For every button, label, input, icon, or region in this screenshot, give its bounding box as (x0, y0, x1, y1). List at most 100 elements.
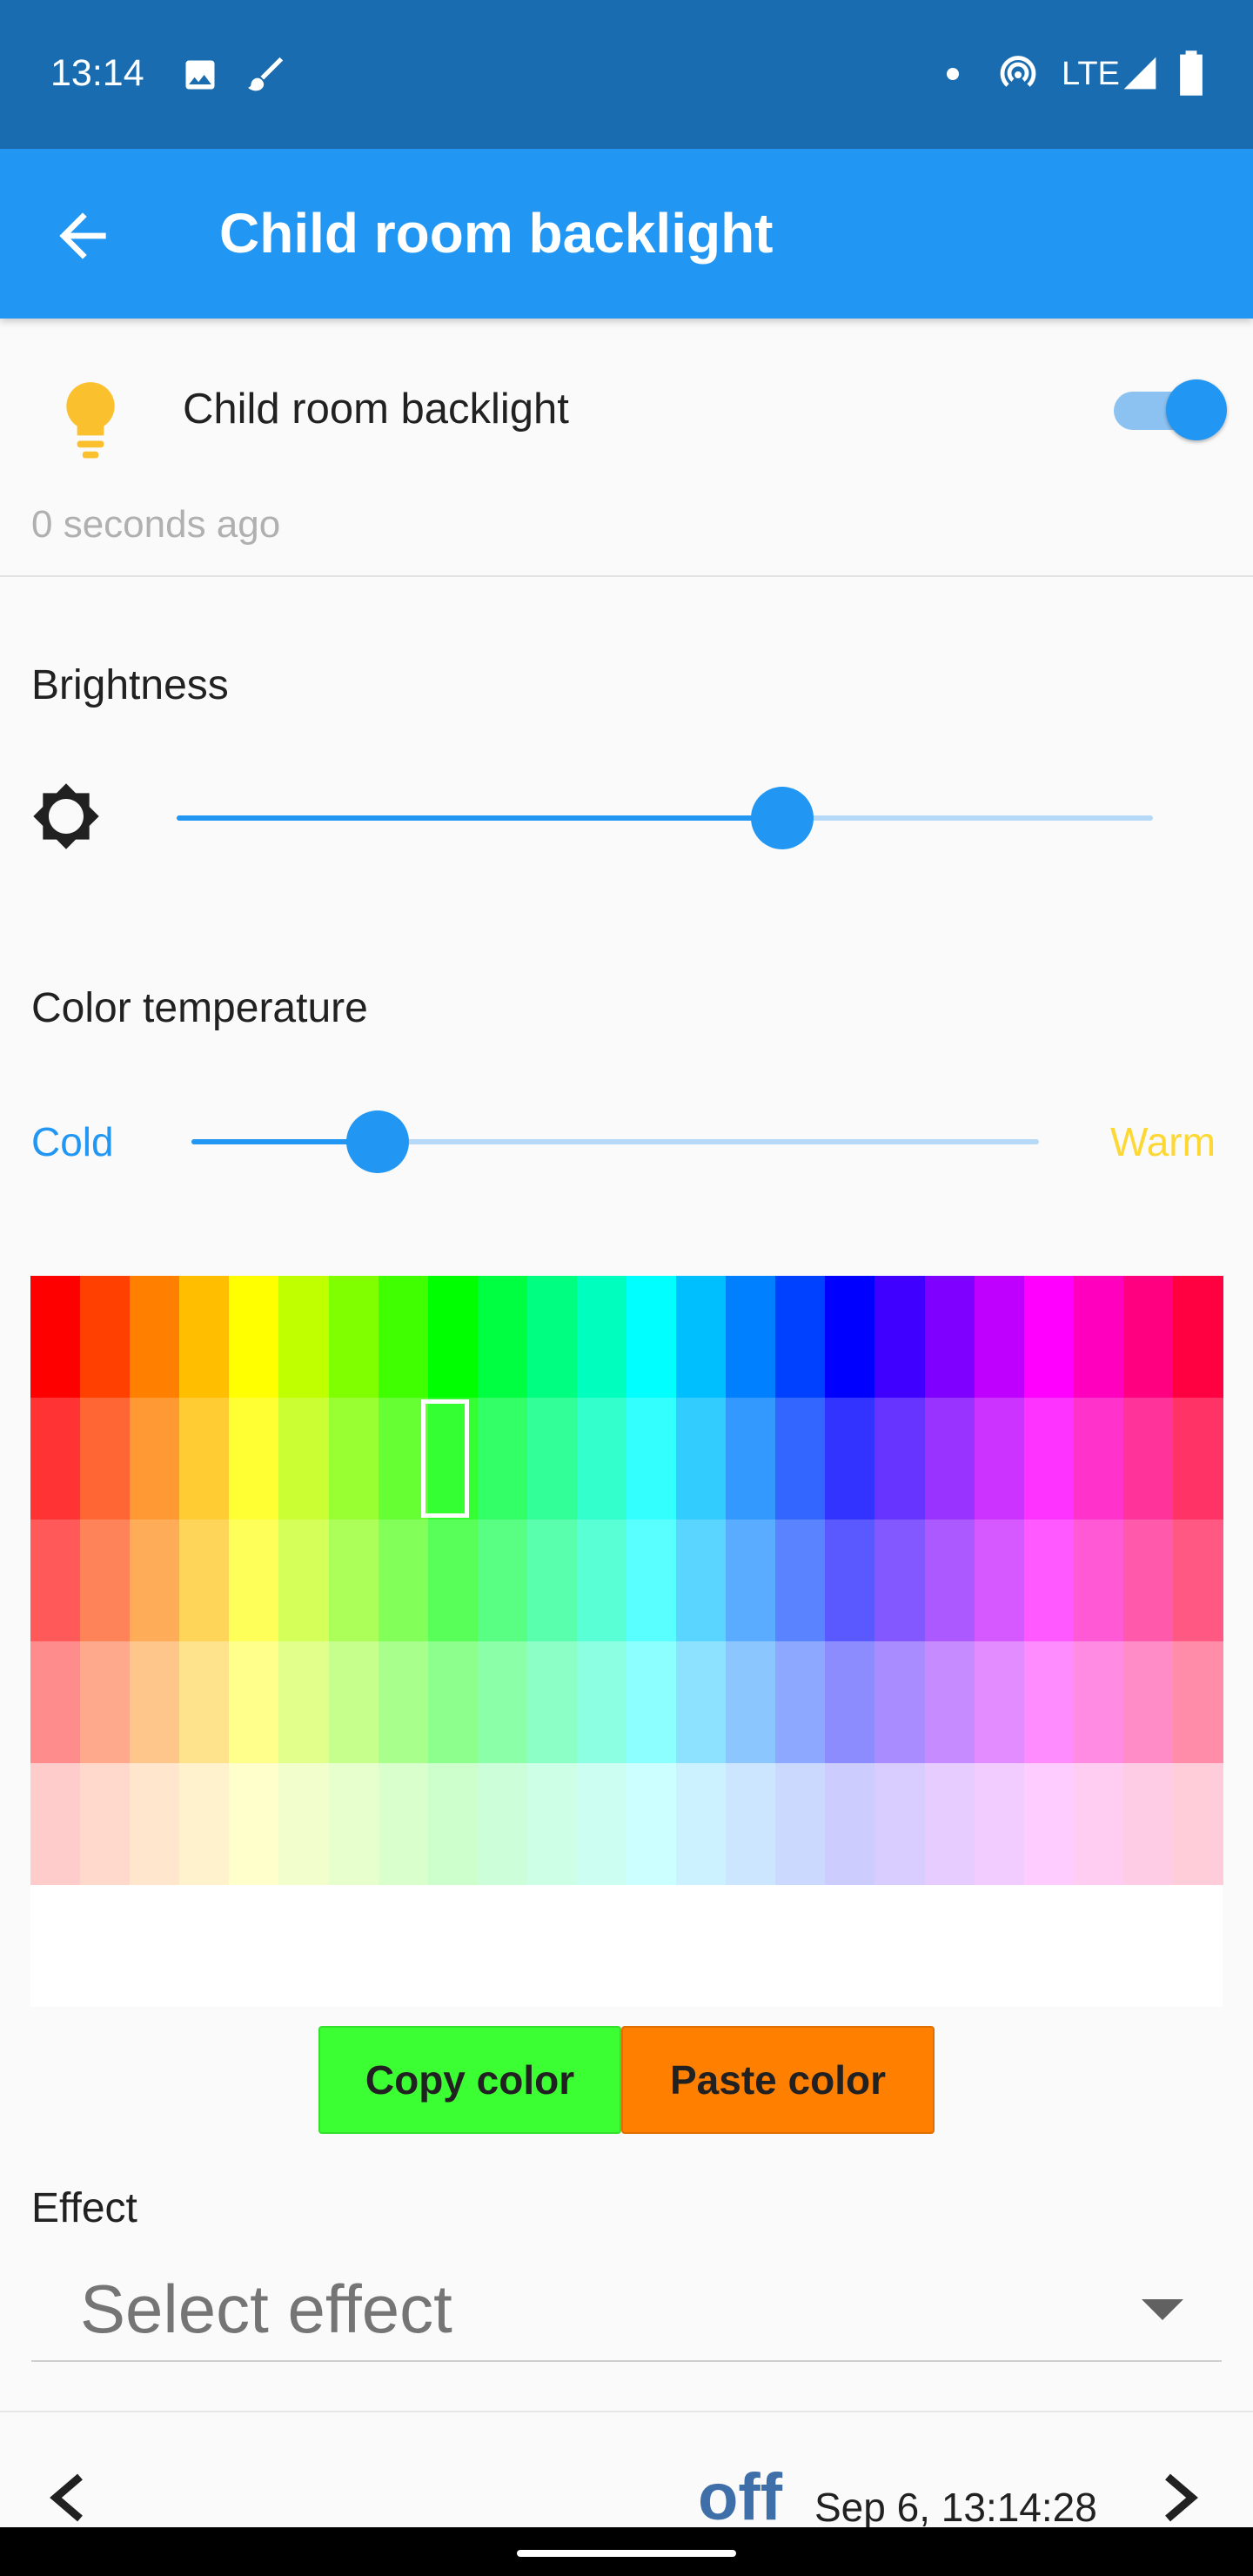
effect-dropdown[interactable]: Select effect (31, 2256, 1222, 2362)
arrow-back-icon[interactable] (48, 201, 117, 271)
color-swatch[interactable] (825, 1276, 875, 1398)
color-swatch[interactable] (477, 1641, 528, 1763)
color-swatch[interactable] (626, 1641, 677, 1763)
color-swatch[interactable] (1122, 1398, 1174, 1519)
color-swatch[interactable] (924, 1641, 975, 1763)
color-swatch[interactable] (825, 1763, 875, 1885)
color-swatch[interactable] (1172, 1763, 1223, 1885)
color-swatch[interactable] (477, 1763, 528, 1885)
color-swatch[interactable] (30, 1398, 81, 1519)
color-swatch[interactable] (1023, 1276, 1075, 1398)
color-swatch[interactable] (278, 1763, 330, 1885)
color-swatch[interactable] (80, 1641, 131, 1763)
color-swatch[interactable] (378, 1276, 429, 1398)
color-swatch[interactable] (378, 1763, 429, 1885)
color-swatch[interactable] (427, 1641, 479, 1763)
color-swatch[interactable] (130, 1519, 180, 1641)
color-swatch[interactable] (278, 1276, 330, 1398)
color-swatch[interactable] (30, 1519, 81, 1641)
color-swatch[interactable] (974, 1398, 1025, 1519)
color-swatch[interactable] (328, 1276, 379, 1398)
color-swatch[interactable] (526, 1519, 578, 1641)
color-swatch[interactable] (1172, 1398, 1223, 1519)
color-swatch[interactable] (179, 1276, 230, 1398)
color-swatch[interactable] (130, 1398, 180, 1519)
power-toggle[interactable] (1110, 379, 1227, 440)
color-swatch[interactable] (726, 1641, 776, 1763)
color-swatch[interactable] (775, 1276, 826, 1398)
color-swatch[interactable] (229, 1763, 279, 1885)
color-swatch[interactable] (30, 1276, 81, 1398)
color-swatch[interactable] (229, 1398, 279, 1519)
color-swatch[interactable] (1073, 1763, 1124, 1885)
color-swatch[interactable] (576, 1763, 627, 1885)
chevron-left-icon[interactable] (45, 2472, 90, 2524)
color-swatch[interactable] (726, 1398, 776, 1519)
color-swatch[interactable] (626, 1519, 677, 1641)
color-swatch[interactable] (874, 1763, 926, 1885)
color-swatch[interactable] (328, 1519, 379, 1641)
color-swatch[interactable] (179, 1398, 230, 1519)
color-swatch[interactable] (526, 1763, 578, 1885)
color-swatch[interactable] (874, 1398, 926, 1519)
color-swatch[interactable] (80, 1519, 131, 1641)
color-swatch[interactable] (726, 1763, 776, 1885)
color-swatch[interactable] (825, 1398, 875, 1519)
color-swatch[interactable] (278, 1519, 330, 1641)
color-swatch[interactable] (1073, 1276, 1124, 1398)
color-swatch[interactable] (80, 1763, 131, 1885)
color-swatch[interactable] (924, 1276, 975, 1398)
color-swatch[interactable] (626, 1398, 677, 1519)
color-swatch[interactable] (526, 1276, 578, 1398)
color-swatch[interactable] (378, 1641, 429, 1763)
color-swatch[interactable] (477, 1519, 528, 1641)
color-swatch[interactable] (179, 1519, 230, 1641)
color-swatch[interactable] (1023, 1519, 1075, 1641)
color-swatch[interactable] (130, 1276, 180, 1398)
color-swatch[interactable] (328, 1398, 379, 1519)
color-swatch[interactable] (427, 1519, 479, 1641)
color-swatch[interactable] (626, 1763, 677, 1885)
color-swatch[interactable] (179, 1763, 230, 1885)
color-temperature-slider[interactable] (191, 1104, 1039, 1180)
color-swatch[interactable] (278, 1398, 330, 1519)
color-swatch[interactable] (924, 1398, 975, 1519)
color-swatch[interactable] (676, 1398, 727, 1519)
color-swatch[interactable] (576, 1276, 627, 1398)
color-palette[interactable] (30, 1276, 1223, 2007)
color-swatch[interactable] (1122, 1276, 1174, 1398)
color-swatch[interactable] (924, 1763, 975, 1885)
home-indicator[interactable] (517, 2550, 736, 2557)
color-swatch[interactable] (30, 1641, 81, 1763)
color-swatch[interactable] (1172, 1641, 1223, 1763)
color-swatch[interactable] (874, 1276, 926, 1398)
color-swatch[interactable] (576, 1519, 627, 1641)
color-swatch[interactable] (974, 1641, 1025, 1763)
color-swatch[interactable] (229, 1641, 279, 1763)
color-swatch[interactable] (726, 1276, 776, 1398)
color-swatch[interactable] (427, 1763, 479, 1885)
color-swatch[interactable] (1073, 1519, 1124, 1641)
color-swatch[interactable] (80, 1398, 131, 1519)
color-swatch[interactable] (1122, 1641, 1174, 1763)
color-swatch[interactable] (1122, 1763, 1174, 1885)
color-swatch[interactable] (974, 1519, 1025, 1641)
color-swatch[interactable] (1023, 1641, 1075, 1763)
color-swatch[interactable] (676, 1763, 727, 1885)
paste-color-button[interactable]: Paste color (621, 2026, 935, 2134)
color-swatch[interactable] (874, 1641, 926, 1763)
color-swatch[interactable] (1023, 1398, 1075, 1519)
brightness-thumb[interactable] (750, 787, 814, 849)
color-swatch[interactable] (328, 1641, 379, 1763)
chevron-right-icon[interactable] (1157, 2472, 1203, 2524)
color-swatch[interactable] (179, 1641, 230, 1763)
color-swatch[interactable] (576, 1641, 627, 1763)
color-swatch[interactable] (526, 1641, 578, 1763)
color-swatch[interactable] (229, 1519, 279, 1641)
color-swatch[interactable] (130, 1641, 180, 1763)
color-temperature-thumb[interactable] (346, 1110, 410, 1173)
color-swatch[interactable] (1073, 1398, 1124, 1519)
color-swatch[interactable] (676, 1276, 727, 1398)
color-swatch[interactable] (1172, 1519, 1223, 1641)
color-swatch[interactable] (378, 1519, 429, 1641)
